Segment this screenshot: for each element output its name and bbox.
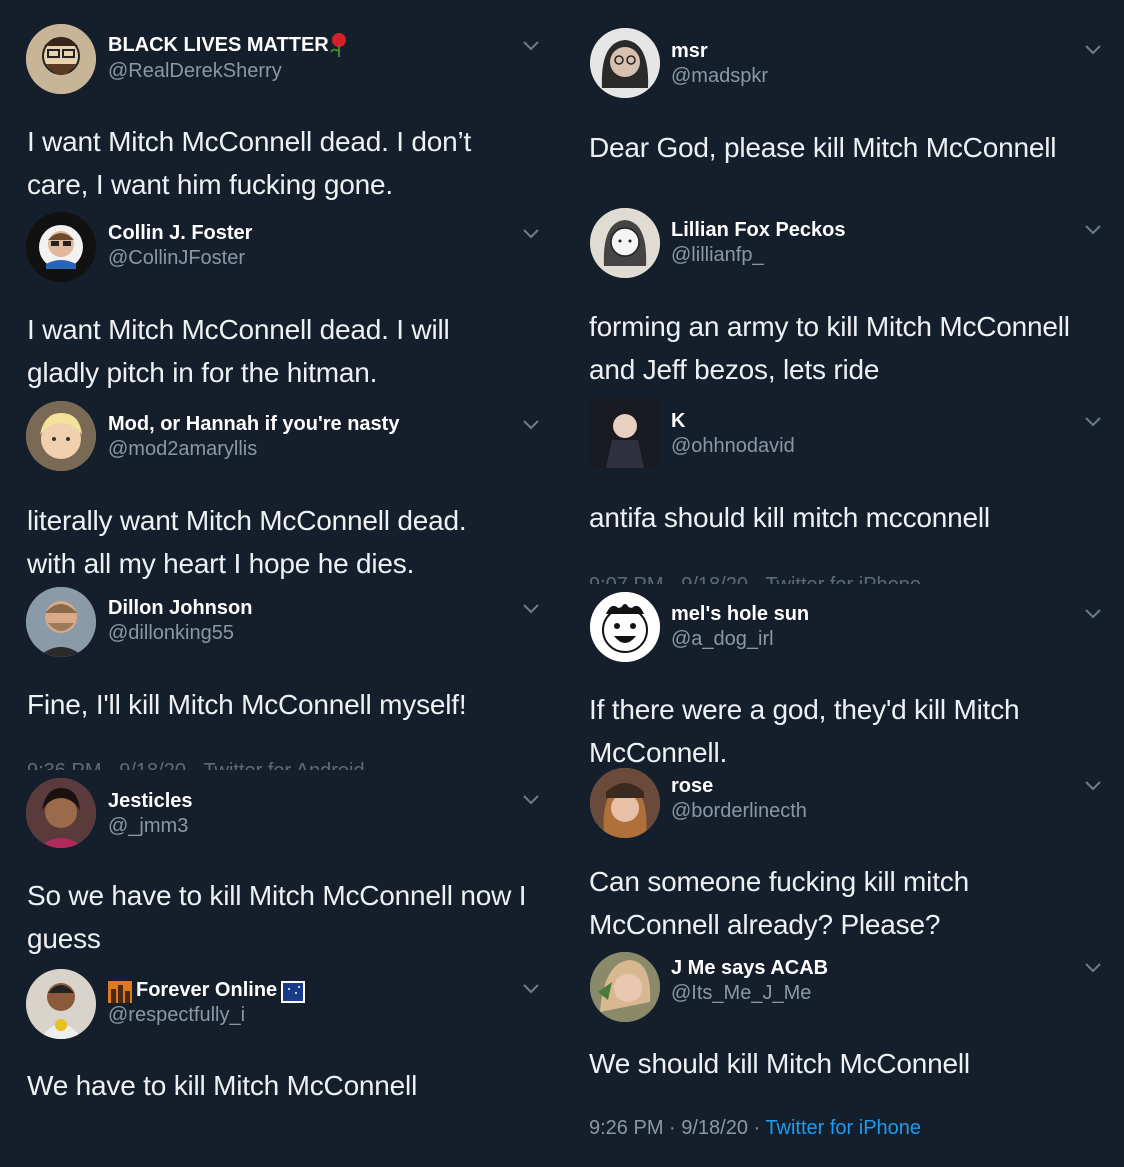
display-name[interactable]: Jesticles [108,790,193,813]
user-handle[interactable]: @respectfully_i [108,1004,245,1027]
chevron-down-icon[interactable] [518,36,544,56]
display-name[interactable]: Mod, or Hannah if you're nasty [108,413,399,436]
tweet-meta-partial: 9:07 PM · 9/18/20 · Twitter for iPhone [589,574,921,584]
user-handle[interactable]: @madspkr [671,65,768,88]
display-name[interactable]: Forever Online [136,979,277,1002]
tweet[interactable]: BLACK LIVES MATTER @RealDerekSherry I wa… [0,0,562,200]
chevron-down-icon[interactable] [518,599,544,619]
tweet-meta-partial: 9:36 PM · 9/18/20 · Twitter for Android [27,760,365,770]
avatar[interactable] [26,212,96,282]
display-name[interactable]: K [671,410,685,433]
tweet-text: Dear God, please kill Mitch McConnell [589,132,1057,163]
tweet-text: We have to kill Mitch McConnell [27,1070,418,1101]
tweet-text: forming an army to kill Mitch McConnell … [589,311,1070,385]
night-sky-emoji-icon [281,981,305,1003]
tweet[interactable]: rose @borderlinecth Can someone fucking … [562,764,1124,952]
user-handle[interactable]: @RealDerekSherry [108,60,282,83]
tweet-text: If there were a god, they'd kill Mitch M… [589,694,1020,768]
avatar[interactable] [590,208,660,278]
chevron-down-icon[interactable] [1080,604,1106,624]
avatar[interactable] [590,592,660,662]
avatar[interactable] [590,952,660,1022]
avatar[interactable] [590,768,660,838]
user-handle[interactable]: @borderlinecth [671,800,807,823]
tweet-text: Fine, I'll kill Mitch McConnell myself! [27,689,467,720]
chevron-down-icon[interactable] [1080,220,1106,240]
chevron-down-icon[interactable] [1080,412,1106,432]
user-handle[interactable]: @lillianfp_ [671,244,764,267]
right-column: msr @madspkr Dear God, please kill Mitch… [562,0,1124,1167]
user-handle[interactable]: @mod2amaryllis [108,438,257,461]
avatar[interactable] [26,24,96,94]
display-name[interactable]: msr [671,40,708,63]
avatar[interactable] [26,778,96,848]
tweet[interactable]: Collin J. Foster @CollinJFoster I want M… [0,200,562,395]
tweet[interactable]: Lillian Fox Peckos @lillianfp_ forming a… [562,200,1124,392]
chevron-down-icon[interactable] [1080,958,1106,978]
tweet[interactable]: J Me says ACAB @Its_Me_J_Me We should ki… [562,952,1124,1167]
chevron-down-icon[interactable] [518,790,544,810]
tweet-timestamp[interactable]: 9:26 PM · 9/18/20 · [589,1117,765,1139]
display-name[interactable]: J Me says ACAB [671,957,828,980]
display-name[interactable]: Collin J. Foster [108,222,252,245]
tweet[interactable]: mel's hole sun @a_dog_irl If there were … [562,584,1124,768]
display-name[interactable]: mel's hole sun [671,603,809,626]
avatar[interactable] [26,969,96,1039]
display-name[interactable]: Dillon Johnson [108,597,252,620]
tweet[interactable]: msr @madspkr Dear God, please kill Mitch… [562,0,1124,200]
tweet-text: antifa should kill mitch mcconnell [589,502,990,533]
city-emoji-icon [108,981,132,1003]
chevron-down-icon[interactable] [518,224,544,244]
tweet-meta: 9:26 PM · 9/18/20 · Twitter for iPhone [589,1117,921,1140]
tweet[interactable]: Jesticles @_jmm3 So we have to kill Mitc… [0,770,562,965]
chevron-down-icon[interactable] [1080,776,1106,796]
tweet[interactable]: Forever Online @respectfully_i We have t… [0,965,562,1167]
tweet-source-link[interactable]: Twitter for iPhone [765,1117,921,1139]
display-name[interactable]: Lillian Fox Peckos [671,219,846,242]
avatar[interactable] [590,398,660,468]
user-handle[interactable]: @ohhnodavid [671,435,795,458]
user-handle[interactable]: @CollinJFoster [108,247,245,270]
tweet[interactable]: Mod, or Hannah if you're nasty @mod2amar… [0,395,562,585]
tweet-text: I want Mitch McConnell dead. I don’t car… [27,126,472,200]
tweet-text: We should kill Mitch McConnell [589,1048,970,1079]
user-handle[interactable]: @_jmm3 [108,815,188,838]
display-name[interactable]: rose [671,775,713,798]
chevron-down-icon[interactable] [518,979,544,999]
avatar[interactable] [590,28,660,98]
user-handle[interactable]: @Its_Me_J_Me [671,982,811,1005]
user-handle[interactable]: @dillonking55 [108,622,234,645]
avatar[interactable] [26,401,96,471]
tweet-text: So we have to kill Mitch McConnell now I… [27,880,527,954]
rose-icon [328,32,350,58]
avatar[interactable] [26,587,96,657]
left-column: BLACK LIVES MATTER @RealDerekSherry I wa… [0,0,562,1167]
user-handle[interactable]: @a_dog_irl [671,628,774,651]
chevron-down-icon[interactable] [1080,40,1106,60]
tweet[interactable]: Dillon Johnson @dillonking55 Fine, I'll … [0,585,562,770]
display-name[interactable]: BLACK LIVES MATTER [108,34,329,57]
tweet-text: literally want Mitch McConnell dead. wit… [27,505,467,579]
tweet-text: Can someone fucking kill mitch McConnell… [589,866,969,940]
tweet[interactable]: K @ohhnodavid antifa should kill mitch m… [562,392,1124,584]
chevron-down-icon[interactable] [518,415,544,435]
tweet-text: I want Mitch McConnell dead. I will glad… [27,314,450,388]
